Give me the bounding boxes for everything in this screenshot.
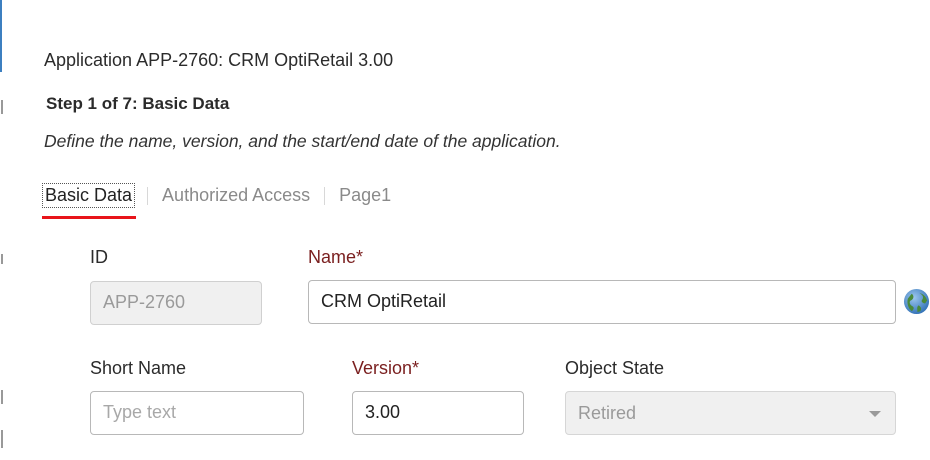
tab-page1[interactable]: Page1 <box>339 185 391 206</box>
application-wizard-page: Application APP-2760: CRM OptiRetail 3.0… <box>0 0 930 460</box>
short-name-input[interactable]: Type text <box>90 391 304 435</box>
step-title: Step 1 of 7: Basic Data <box>46 94 230 113</box>
application-title: Application APP-2760: CRM OptiRetail 3.0… <box>44 50 394 70</box>
version-label: Version* <box>352 358 420 378</box>
name-input[interactable]: CRM OptiRetail <box>308 280 896 324</box>
tab-basic-data[interactable]: Basic Data <box>41 183 137 219</box>
id-label: ID <box>90 247 108 267</box>
globe-icon[interactable] <box>903 288 930 315</box>
short-name-label: Short Name <box>90 358 187 378</box>
tab-separator <box>324 186 326 205</box>
tab-authorized-access[interactable]: Authorized Access <box>162 185 310 206</box>
object-state-select: Retired <box>565 391 896 435</box>
name-label: Name* <box>308 247 364 267</box>
version-input[interactable]: 3.00 <box>352 391 524 435</box>
chevron-down-icon <box>869 411 881 417</box>
object-state-label: Object State <box>565 358 665 378</box>
object-state-value: Retired <box>578 403 637 423</box>
id-field: APP-2760 <box>90 281 262 325</box>
tab-separator <box>147 186 149 205</box>
tab-bar: Basic Data Authorized Access Page1 <box>41 183 391 219</box>
left-accent-bar <box>0 0 2 72</box>
step-description: Define the name, version, and the start/… <box>44 131 561 151</box>
